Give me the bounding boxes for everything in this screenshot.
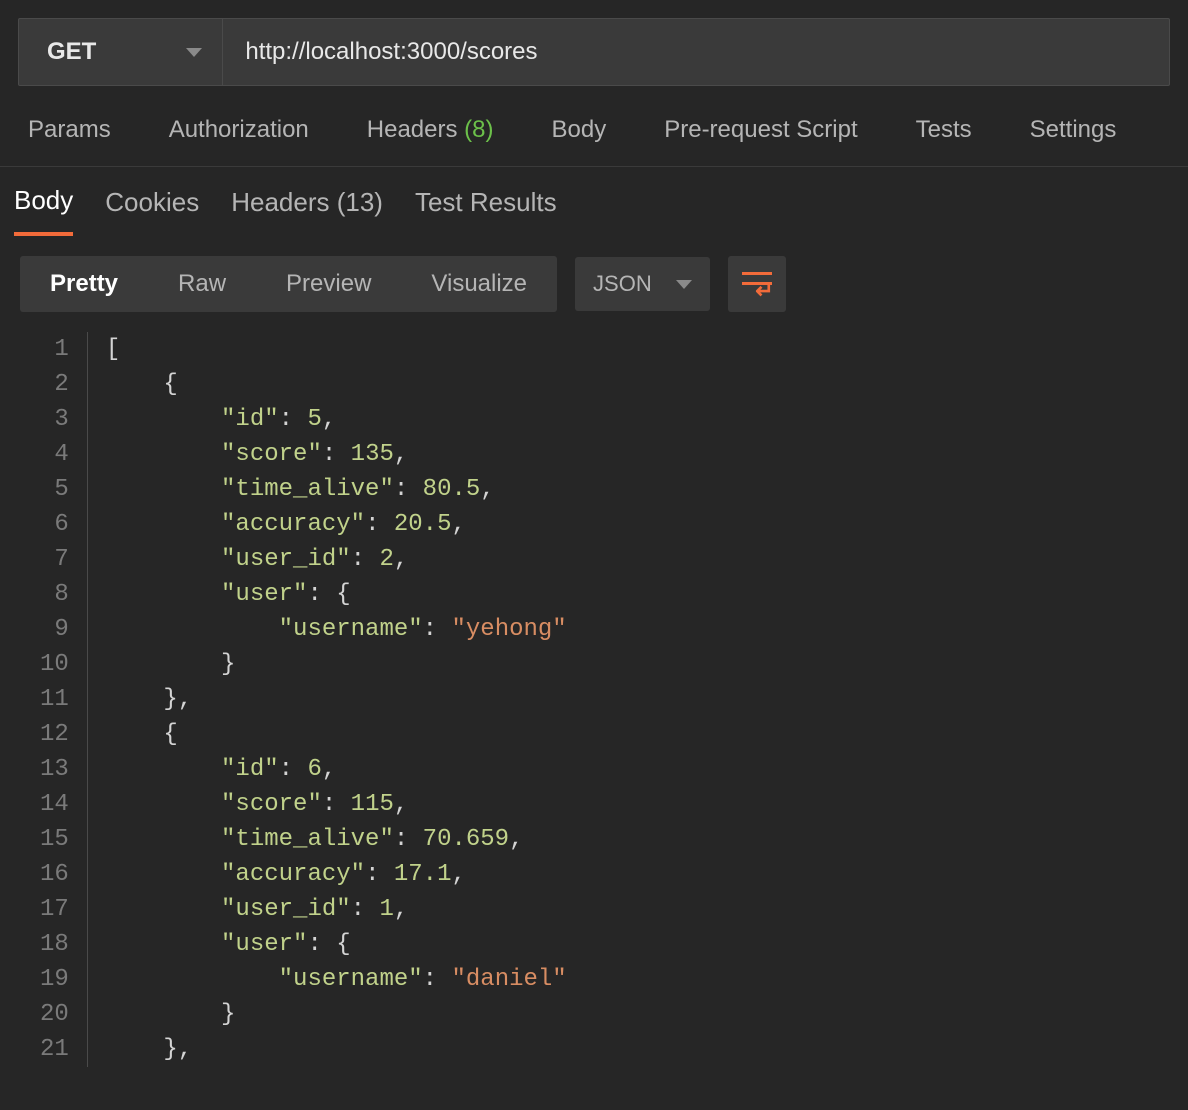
line-number: 11 [40, 682, 69, 717]
tab-body[interactable]: Body [552, 116, 607, 144]
line-number: 3 [40, 402, 69, 437]
line-number: 13 [40, 752, 69, 787]
code-line: "username": "yehong" [106, 612, 567, 647]
view-mode-segmented: Pretty Raw Preview Visualize [20, 256, 557, 312]
code-line: "id": 6, [106, 752, 567, 787]
line-number: 7 [40, 542, 69, 577]
code-line: [ [106, 332, 567, 367]
line-number: 2 [40, 367, 69, 402]
request-bar: GET [18, 18, 1170, 86]
response-tab-headers[interactable]: Headers (13) [231, 187, 383, 234]
code-line: "score": 115, [106, 787, 567, 822]
view-mode-pretty[interactable]: Pretty [20, 256, 148, 312]
line-number: 15 [40, 822, 69, 857]
code-line: }, [106, 1032, 567, 1067]
line-number: 21 [40, 1032, 69, 1067]
tab-headers-label: Headers [367, 116, 458, 143]
code-line: "user": { [106, 927, 567, 962]
tab-authorization[interactable]: Authorization [169, 116, 309, 144]
code-line: }, [106, 682, 567, 717]
http-method-select[interactable]: GET [19, 19, 223, 85]
line-number: 9 [40, 612, 69, 647]
line-number-gutter: 123456789101112131415161718192021 [0, 332, 87, 1067]
response-tabs: Body Cookies Headers (13) Test Results [0, 167, 1188, 242]
line-number: 17 [40, 892, 69, 927]
response-headers-count-badge: (13) [337, 187, 383, 217]
format-select-label: JSON [593, 271, 652, 297]
code-line: "id": 5, [106, 402, 567, 437]
line-number: 16 [40, 857, 69, 892]
code-line: "time_alive": 80.5, [106, 472, 567, 507]
line-number: 19 [40, 962, 69, 997]
headers-count-badge: (8) [464, 116, 493, 143]
code-line: "username": "daniel" [106, 962, 567, 997]
wrap-icon [742, 272, 772, 296]
chevron-down-icon [186, 48, 202, 57]
line-number: 12 [40, 717, 69, 752]
line-number: 4 [40, 437, 69, 472]
line-number: 14 [40, 787, 69, 822]
code-line: } [106, 997, 567, 1032]
view-mode-preview[interactable]: Preview [256, 256, 401, 312]
line-number: 20 [40, 997, 69, 1032]
code-line: "accuracy": 20.5, [106, 507, 567, 542]
code-line: "score": 135, [106, 437, 567, 472]
code-line: "user_id": 2, [106, 542, 567, 577]
view-mode-raw[interactable]: Raw [148, 256, 256, 312]
code-line: } [106, 647, 567, 682]
chevron-down-icon [676, 280, 692, 289]
code-line: { [106, 367, 567, 402]
response-tab-test-results[interactable]: Test Results [415, 187, 557, 234]
view-mode-visualize[interactable]: Visualize [401, 256, 557, 312]
code-content[interactable]: [ { "id": 5, "score": 135, "time_alive":… [87, 332, 567, 1067]
code-line: "time_alive": 70.659, [106, 822, 567, 857]
tab-settings[interactable]: Settings [1030, 116, 1117, 144]
format-select[interactable]: JSON [575, 257, 710, 311]
line-number: 8 [40, 577, 69, 612]
response-tab-headers-label: Headers [231, 187, 329, 217]
response-body-code: 123456789101112131415161718192021 [ { "i… [0, 326, 1188, 1067]
code-line: { [106, 717, 567, 752]
code-line: "user": { [106, 577, 567, 612]
tab-prerequest[interactable]: Pre-request Script [664, 116, 857, 144]
wrap-lines-button[interactable] [728, 256, 786, 312]
code-line: "user_id": 1, [106, 892, 567, 927]
url-input[interactable] [223, 19, 1169, 85]
line-number: 5 [40, 472, 69, 507]
code-line: "accuracy": 17.1, [106, 857, 567, 892]
tab-params[interactable]: Params [28, 116, 111, 144]
tab-tests[interactable]: Tests [916, 116, 972, 144]
response-controls: Pretty Raw Preview Visualize JSON [0, 242, 1188, 326]
line-number: 18 [40, 927, 69, 962]
response-tab-cookies[interactable]: Cookies [105, 187, 199, 234]
response-tab-body[interactable]: Body [14, 185, 73, 236]
line-number: 1 [40, 332, 69, 367]
request-tabs: Params Authorization Headers (8) Body Pr… [0, 86, 1188, 167]
line-number: 6 [40, 507, 69, 542]
http-method-label: GET [47, 38, 96, 66]
line-number: 10 [40, 647, 69, 682]
tab-headers[interactable]: Headers (8) [367, 116, 494, 144]
